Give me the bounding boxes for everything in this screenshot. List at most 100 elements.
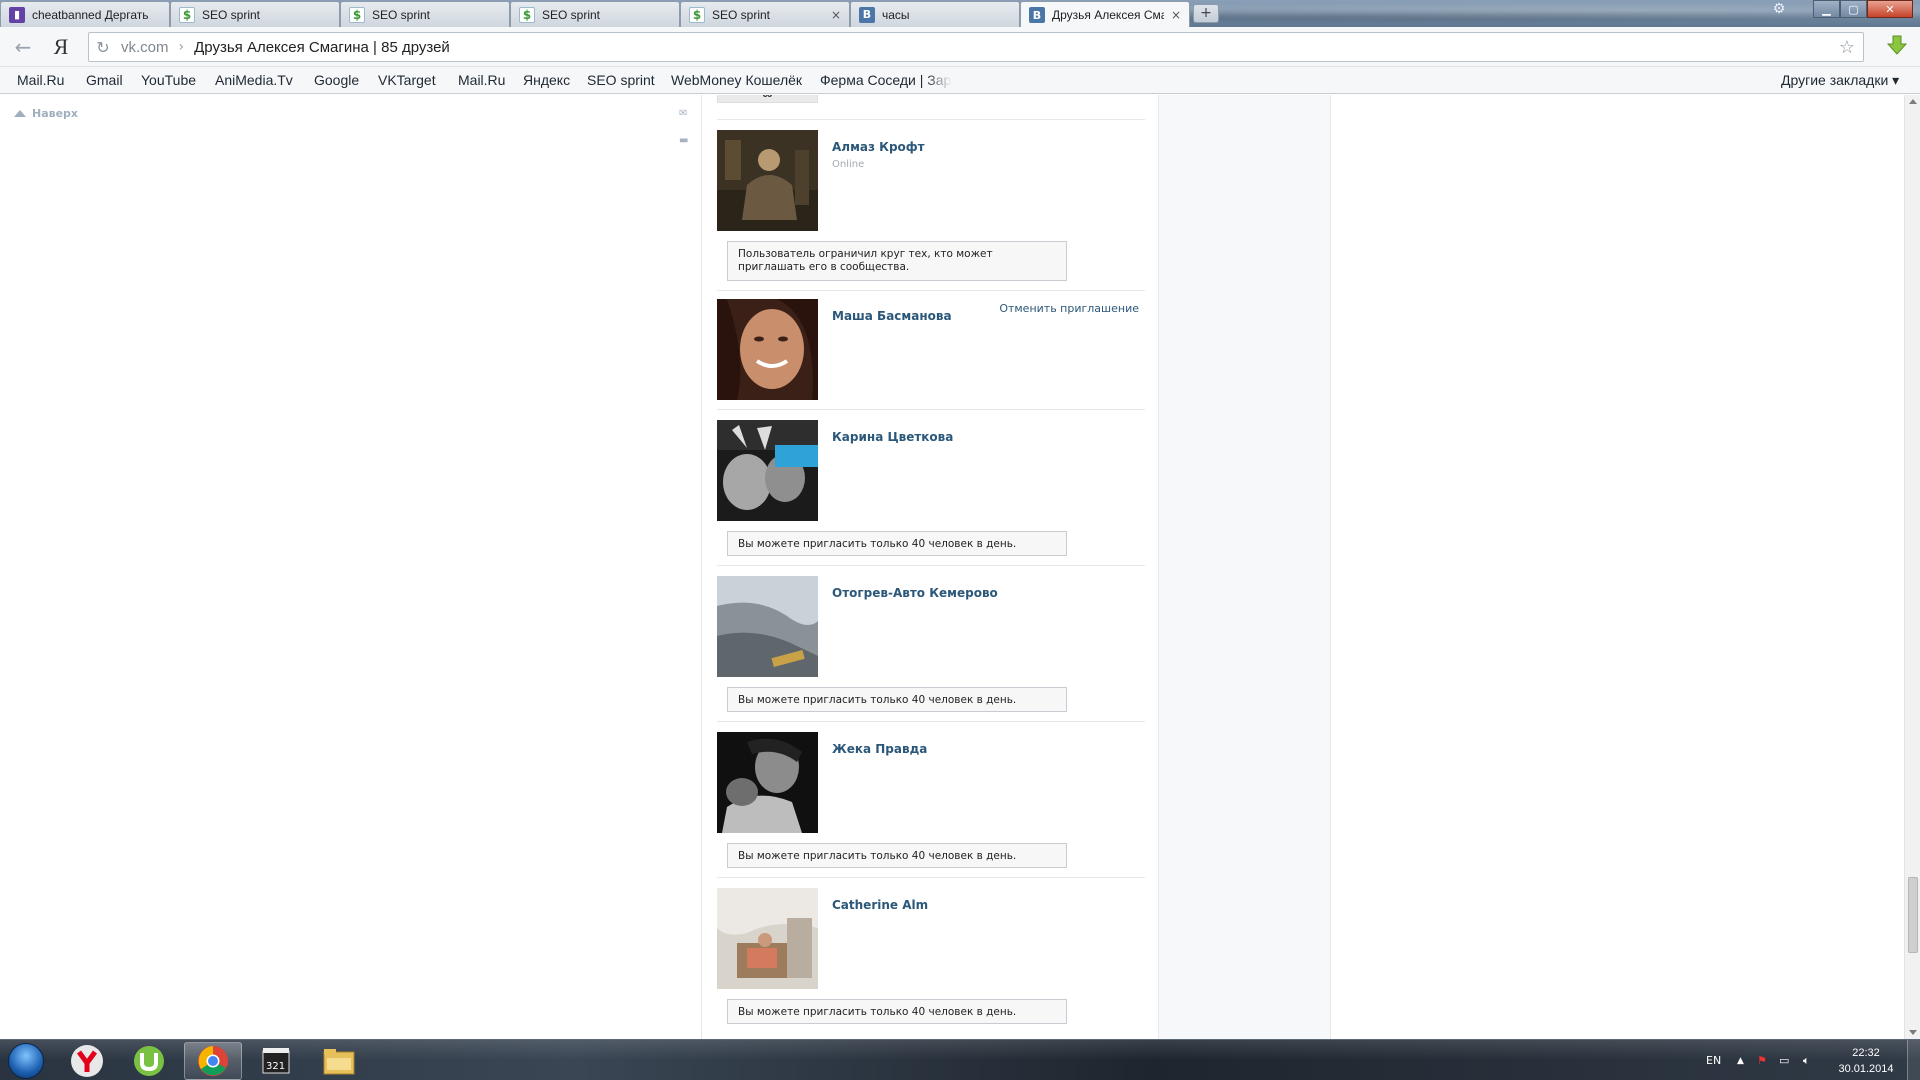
- bookmark-google[interactable]: Google: [314, 72, 359, 88]
- new-tab-button[interactable]: +: [1193, 4, 1219, 23]
- network-icon[interactable]: ▭: [1779, 1040, 1789, 1080]
- bookmark-ferma[interactable]: Ферма Соседи | Зар: [820, 72, 952, 88]
- browser-tab[interactable]: В часы: [850, 1, 1020, 27]
- invite-limit-notice: Вы можете пригласить только 40 человек в…: [727, 687, 1067, 712]
- browser-tab-active[interactable]: В Друзья Алексея Смаг ×: [1020, 1, 1190, 27]
- media-player-classic-icon[interactable]: 321: [247, 1042, 305, 1080]
- browser-tab[interactable]: $ SEO sprint: [340, 1, 510, 27]
- reload-icon[interactable]: ↻: [89, 38, 117, 57]
- row-divider: [717, 565, 1145, 566]
- scroll-to-top-label: Наверх: [32, 107, 79, 120]
- download-arrow-icon[interactable]: [1886, 35, 1908, 57]
- friend-avatar-partial[interactable]: ω: [717, 95, 818, 103]
- yandex-browser-icon[interactable]: [58, 1042, 116, 1080]
- invite-limit-notice: Вы можете пригласить только 40 человек в…: [727, 843, 1067, 868]
- cancel-invite-link[interactable]: Отменить приглашение: [999, 302, 1139, 315]
- settings-gear-icon[interactable]: ⚙: [1766, 0, 1792, 18]
- start-button[interactable]: [8, 1043, 44, 1079]
- clock-date: 30.01.2014: [1838, 1063, 1894, 1075]
- friend-name-link[interactable]: Catherine Alm: [832, 898, 928, 912]
- bookmark-star-icon[interactable]: ☆: [1839, 37, 1855, 58]
- scroll-to-top-link[interactable]: Наверх: [14, 107, 78, 120]
- tab-title: SEO sprint: [712, 7, 771, 22]
- close-window-button[interactable]: ✕: [1867, 0, 1913, 18]
- filter-column: [1159, 95, 1331, 1039]
- friend-avatar[interactable]: [717, 130, 818, 231]
- scroll-up-arrow-icon[interactable]: [1909, 99, 1917, 104]
- friend-name-link[interactable]: Отогрев-Авто Кемерово: [832, 586, 998, 600]
- comment-icon[interactable]: ▬: [679, 135, 691, 146]
- chrome-icon[interactable]: [184, 1042, 242, 1080]
- bookmark-mailru[interactable]: Mail.Ru: [17, 72, 64, 88]
- show-hidden-icons-icon[interactable]: ▲: [1737, 1040, 1744, 1080]
- envelope-icon[interactable]: ✉: [679, 108, 691, 119]
- minimize-button[interactable]: ▁: [1813, 0, 1840, 18]
- twitch-icon: ▮: [9, 6, 25, 23]
- bookmark-animedia[interactable]: AniMedia.Tv: [215, 72, 293, 88]
- yandex-logo-icon[interactable]: Я: [48, 34, 74, 60]
- tab-title: SEO sprint: [542, 7, 601, 22]
- address-separator: ›: [178, 39, 185, 55]
- friend-row: Catherine Alm Вы можете пригласить тольк…: [717, 888, 1145, 1038]
- tab-close-icon[interactable]: ×: [1171, 8, 1181, 22]
- utorrent-icon[interactable]: [120, 1042, 178, 1080]
- online-status: Online: [832, 159, 865, 170]
- browser-tab[interactable]: $ SEO sprint: [510, 1, 680, 27]
- svg-text:321: 321: [266, 1061, 285, 1072]
- bookmark-seosprint[interactable]: SEO sprint: [587, 72, 655, 88]
- friend-avatar[interactable]: [717, 888, 818, 989]
- tab-close-icon[interactable]: ×: [831, 8, 841, 22]
- system-clock[interactable]: 22:32 30.01.2014: [1828, 1045, 1904, 1077]
- volume-icon[interactable]: 🔈︎: [1803, 1040, 1810, 1080]
- friend-name-link[interactable]: Жека Правда: [832, 742, 927, 756]
- friend-name-link[interactable]: Маша Басманова: [832, 309, 952, 323]
- row-divider: [717, 119, 1145, 120]
- back-arrow-icon[interactable]: ←: [10, 34, 36, 60]
- tab-title: Друзья Алексея Смаг: [1052, 8, 1164, 22]
- friend-name-link[interactable]: Карина Цветкова: [832, 430, 953, 444]
- friend-avatar[interactable]: [717, 420, 818, 521]
- invite-notice: Пользователь ограничил круг тех, кто мож…: [727, 241, 1067, 281]
- bookmarks-bar: Mail.Ru Gmail YouTube AniMedia.Tv Google…: [0, 67, 1920, 94]
- address-bar[interactable]: ↻ vk.com › Друзья Алексея Смагина | 85 д…: [88, 32, 1864, 62]
- bookmark-youtube[interactable]: YouTube: [141, 72, 196, 88]
- maximize-button[interactable]: ▢: [1840, 0, 1867, 18]
- address-host: vk.com: [121, 38, 169, 56]
- row-divider: [717, 290, 1145, 291]
- friend-row: Отогрев-Авто Кемерово Вы можете пригласи…: [717, 576, 1145, 726]
- file-explorer-icon[interactable]: [310, 1042, 368, 1080]
- page-scrollbar[interactable]: [1904, 95, 1920, 1039]
- seosprint-icon: $: [519, 6, 535, 23]
- browser-tab[interactable]: $ SEO sprint ×: [680, 1, 850, 27]
- bookmark-vktarget[interactable]: VKTarget: [378, 72, 436, 88]
- browser-toolbar: ← Я ↻ vk.com › Друзья Алексея Смагина | …: [0, 27, 1920, 67]
- bookmark-gmail[interactable]: Gmail: [86, 72, 123, 88]
- friend-avatar[interactable]: [717, 299, 818, 400]
- bookmark-mailru-2[interactable]: Mail.Ru: [458, 72, 505, 88]
- invite-limit-notice: Вы можете пригласить только 40 человек в…: [727, 531, 1067, 556]
- seosprint-icon: $: [689, 6, 705, 23]
- address-page-title: Друзья Алексея Смагина | 85 друзей: [194, 38, 450, 56]
- language-indicator[interactable]: EN: [1706, 1040, 1721, 1080]
- scroll-down-arrow-icon[interactable]: [1909, 1030, 1917, 1035]
- up-triangle-icon: [14, 110, 26, 117]
- tab-title: cheatbanned Дергать: [32, 7, 149, 22]
- page-content: Наверх ✉ ▬ ω Алмаз Крофт Online Пользова…: [0, 95, 1904, 1039]
- vk-icon: В: [1029, 7, 1045, 23]
- scrollbar-thumb[interactable]: [1908, 877, 1918, 953]
- friend-avatar[interactable]: [717, 576, 818, 677]
- bookmark-yandex[interactable]: Яндекс: [523, 72, 570, 88]
- friend-avatar[interactable]: [717, 732, 818, 833]
- tab-title: часы: [882, 7, 910, 22]
- action-center-flag-icon[interactable]: ⚑: [1757, 1040, 1767, 1080]
- friend-name-link[interactable]: Алмаз Крофт: [832, 140, 925, 154]
- bookmark-webmoney[interactable]: WebMoney Кошелёк: [671, 72, 802, 88]
- friend-row: Маша Басманова Отменить приглашение: [717, 299, 1145, 400]
- show-desktop-button[interactable]: [1907, 1040, 1920, 1080]
- browser-tab[interactable]: ▮ cheatbanned Дергать: [0, 1, 170, 27]
- seosprint-icon: $: [179, 6, 195, 23]
- tab-strip: ▮ cheatbanned Дергать $ SEO sprint $ SEO…: [0, 0, 1920, 27]
- browser-tab[interactable]: $ SEO sprint: [170, 1, 340, 27]
- other-bookmarks-menu[interactable]: Другие закладки ▾: [1781, 72, 1899, 89]
- friend-row: Жека Правда Вы можете пригласить только …: [717, 732, 1145, 882]
